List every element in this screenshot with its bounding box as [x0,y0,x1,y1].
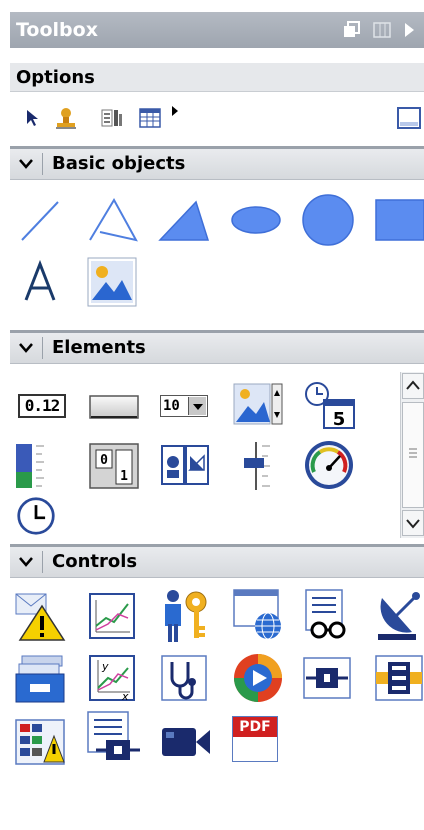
elements-header[interactable]: Elements [10,330,424,364]
trend-view-icon[interactable] [88,592,136,640]
symbolic-io-field-icon[interactable]: 10 [160,395,208,417]
clock-element-icon[interactable] [14,496,58,536]
polygon-tool-icon[interactable] [156,196,212,246]
header-separator [42,551,43,573]
chevron-down-icon [406,519,420,529]
table-view-icon[interactable] [138,106,164,130]
elements-scrollbar[interactable] [400,372,424,538]
pdf-view-icon[interactable]: PDF [232,716,278,762]
system-diagnostics-icon[interactable] [374,588,424,642]
svg-text:1: 1 [120,469,128,484]
svg-text:0: 0 [100,453,108,468]
text-tool-icon[interactable] [20,258,60,306]
properties-icon[interactable] [100,106,124,130]
date-time-text: 5 [333,409,346,430]
layout-panels-icon[interactable] [372,20,392,40]
graphic-io-field-icon[interactable] [232,382,284,426]
project-view-icon[interactable] [374,654,424,702]
polyline-tool-icon[interactable] [86,196,142,246]
status-force-icon[interactable] [14,654,66,704]
f-x-trend-view-icon[interactable]: yx [88,654,136,702]
header-separator [42,153,43,175]
options-toolbar [10,96,424,140]
toolbox-title-bar: Toolbox [10,12,424,48]
grip-icon [409,448,417,458]
chevron-down-icon[interactable] [16,340,36,356]
line-tool-icon[interactable] [16,196,66,246]
sm-alarm-view-icon[interactable] [14,718,66,766]
io-field-text: 0.12 [24,396,61,415]
bar-element-icon[interactable] [14,442,46,490]
svg-text:y: y [101,660,109,673]
plc-code-viewer-icon[interactable] [302,656,352,700]
user-view-icon[interactable] [160,588,212,644]
stamp-icon[interactable] [54,106,78,130]
collapse-arrow-icon[interactable] [402,20,416,40]
button-tool-icon[interactable] [88,392,140,422]
elements-label: Elements [52,337,146,358]
chevron-down-icon[interactable] [16,156,36,172]
date-time-field-icon[interactable]: 5 [302,380,358,430]
svg-text:x: x [121,690,129,702]
media-player-icon[interactable] [232,652,284,704]
scroll-up-button[interactable] [402,373,424,399]
diagnostic-stethoscope-icon[interactable] [160,654,208,702]
controls-label: Controls [52,551,138,572]
chevron-down-icon[interactable] [16,554,36,570]
controls-header[interactable]: Controls [10,544,424,578]
more-arrow-icon[interactable] [170,104,180,118]
camera-control-icon[interactable] [160,722,212,762]
graphic-view-icon[interactable] [86,256,138,308]
symbolic-io-text: 10 [163,398,180,414]
ellipse-tool-icon[interactable] [230,200,282,240]
dropdown-arrow-icon [188,397,206,415]
switch-element-icon[interactable]: 0 1 [88,442,140,490]
io-field-icon[interactable]: 0.12 [18,394,66,418]
pdf-label: PDF [233,717,277,737]
recipe-view-icon[interactable] [302,588,352,642]
options-label: Options [16,67,95,88]
alarm-view-icon[interactable] [14,590,66,642]
options-header: Options [10,62,424,92]
gauge-element-icon[interactable] [302,438,356,492]
system-diagnostic-view-icon[interactable] [84,710,142,766]
view-mode-icon[interactable] [396,106,422,130]
symbolic-library-icon[interactable] [160,442,212,490]
basic-objects-header[interactable]: Basic objects [10,146,424,180]
float-window-icon[interactable] [342,20,362,40]
basic-objects-label: Basic objects [52,153,186,174]
chevron-up-icon [406,380,420,390]
pointer-icon[interactable] [24,108,42,128]
circle-tool-icon[interactable] [300,192,356,248]
header-separator [42,337,43,359]
rectangle-tool-icon[interactable] [374,198,424,242]
scroll-thumb[interactable] [402,402,424,508]
html-browser-icon[interactable] [232,588,286,642]
scroll-down-button[interactable] [402,510,424,536]
slider-element-icon[interactable] [236,440,276,492]
toolbox-title: Toolbox [16,19,98,41]
